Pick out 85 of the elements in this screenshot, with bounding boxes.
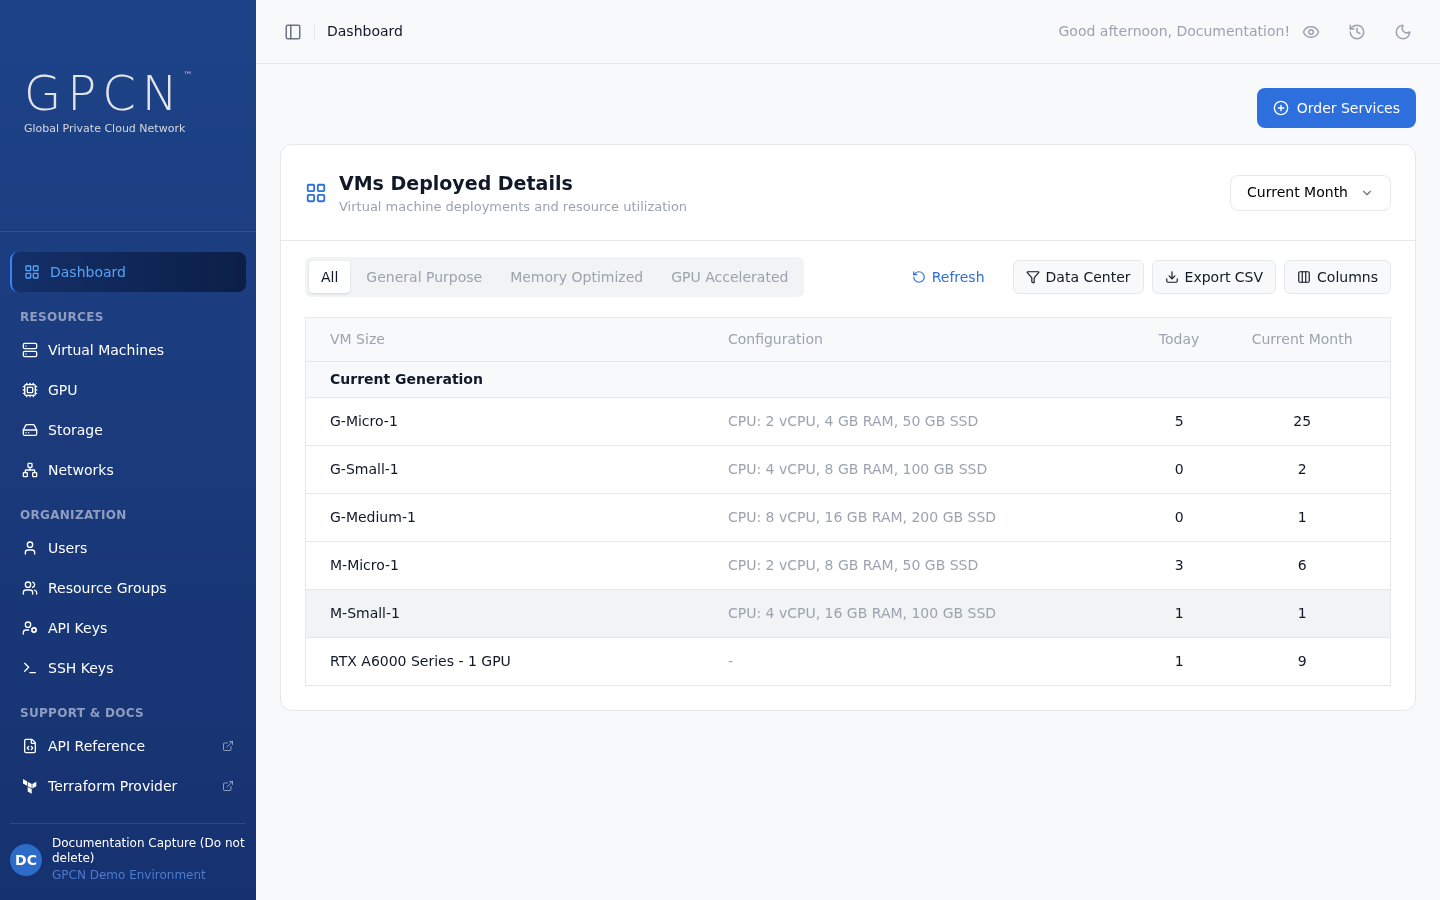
logo-tagline: Global Private Cloud Network bbox=[24, 121, 186, 138]
tab[interactable]: All bbox=[309, 261, 351, 293]
table-cell: - bbox=[703, 637, 1144, 686]
server-icon bbox=[22, 342, 38, 358]
group-heading: Current Generation bbox=[305, 361, 1391, 398]
history-icon[interactable] bbox=[1348, 22, 1366, 41]
refresh-icon bbox=[911, 270, 926, 284]
table-cell: 6 bbox=[1214, 541, 1391, 590]
column-header: VM Size bbox=[305, 317, 704, 362]
sidebar-toggle-icon[interactable] bbox=[284, 22, 302, 41]
table-cell: G-Small-1 bbox=[305, 445, 704, 494]
table-cell: CPU: 2 vCPU, 4 GB RAM, 50 GB SSD bbox=[703, 397, 1144, 446]
account-name: Documentation Capture (Do not delete) bbox=[52, 836, 246, 866]
sidebar-item[interactable]: Users bbox=[10, 528, 246, 568]
sidebar-item[interactable]: Networks bbox=[10, 450, 246, 490]
table-cell: 1 bbox=[1214, 589, 1391, 638]
table-cell: RTX A6000 Series - 1 GPU bbox=[305, 637, 704, 686]
table-cell: 1 bbox=[1143, 637, 1215, 686]
column-header: Current Month bbox=[1214, 317, 1391, 362]
period-dropdown[interactable]: Current Month bbox=[1230, 174, 1391, 211]
table-row[interactable]: G-Small-1 CPU: 4 vCPU, 8 GB RAM, 100 GB SSD 0 2 bbox=[305, 445, 1391, 494]
table-row[interactable]: M-Micro-1 CPU: 2 vCPU, 8 GB RAM, 50 GB SSD 3 6 bbox=[305, 541, 1391, 590]
toolbar-button[interactable]: Data Center bbox=[1012, 260, 1144, 294]
refresh-link[interactable]: Refresh bbox=[899, 260, 997, 294]
sidebar-item[interactable]: GPU bbox=[10, 370, 246, 410]
file-code-icon bbox=[22, 738, 38, 754]
columns-icon bbox=[1297, 270, 1312, 284]
plus-icon bbox=[1272, 100, 1289, 116]
user-icon bbox=[22, 540, 38, 556]
card-title: VMs Deployed Details bbox=[339, 170, 574, 196]
table-row[interactable]: G-Micro-1 CPU: 2 vCPU, 4 GB RAM, 50 GB SSD 5 25 bbox=[305, 397, 1391, 446]
sidebar-item[interactable]: Virtual Machines bbox=[10, 330, 246, 370]
sidebar-item[interactable]: Dashboard bbox=[10, 252, 246, 292]
section-heading: SUPPORT & DOCS bbox=[19, 705, 145, 722]
card-subtitle: Virtual machine deployments and resource utilization bbox=[339, 198, 689, 216]
table-cell: G-Medium-1 bbox=[305, 493, 704, 542]
table-cell: 3 bbox=[1143, 541, 1215, 590]
table-cell: 1 bbox=[1214, 493, 1391, 542]
grid-icon bbox=[24, 264, 40, 280]
sidebar-item[interactable]: Storage bbox=[10, 410, 246, 450]
section-heading: ORGANIZATION bbox=[19, 507, 128, 524]
table-cell: CPU: 2 vCPU, 8 GB RAM, 50 GB SSD bbox=[703, 541, 1144, 590]
users-icon bbox=[22, 580, 38, 596]
logo-wordmark: GPCN bbox=[24, 69, 184, 118]
column-header: Today bbox=[1143, 317, 1215, 362]
table-cell: 0 bbox=[1143, 445, 1215, 494]
sidebar-item[interactable]: API Reference bbox=[10, 726, 246, 766]
moon-icon[interactable] bbox=[1394, 22, 1412, 41]
terraform-icon bbox=[22, 778, 38, 794]
user-key-icon bbox=[22, 620, 38, 636]
download-icon bbox=[1164, 270, 1179, 284]
table-cell: 5 bbox=[1143, 397, 1215, 446]
table-cell: CPU: 4 vCPU, 16 GB RAM, 100 GB SSD bbox=[703, 589, 1144, 638]
sidebar-item[interactable]: SSH Keys bbox=[10, 648, 246, 688]
greeting: Good afternoon, Documentation! bbox=[1058, 22, 1290, 41]
avatar: DC bbox=[10, 844, 42, 876]
sidebar-item[interactable]: Terraform Provider bbox=[10, 766, 246, 806]
toolbar-button[interactable]: Export CSV bbox=[1151, 260, 1277, 294]
network-icon bbox=[22, 462, 38, 478]
toolbar-button[interactable]: Columns bbox=[1284, 260, 1391, 294]
trademark-sign: ™ bbox=[183, 69, 193, 83]
sidebar-item[interactable]: API Keys bbox=[10, 608, 246, 648]
table-cell: G-Micro-1 bbox=[305, 397, 704, 446]
grid-icon bbox=[305, 181, 327, 204]
table-cell: 2 bbox=[1214, 445, 1391, 494]
order-services-button[interactable]: Order Services bbox=[1256, 88, 1416, 128]
drive-icon bbox=[22, 422, 38, 438]
table-cell: M-Small-1 bbox=[305, 589, 704, 638]
table-cell: CPU: 8 vCPU, 16 GB RAM, 200 GB SSD bbox=[703, 493, 1144, 542]
table-cell: 25 bbox=[1214, 397, 1391, 446]
chip-icon bbox=[22, 382, 38, 398]
table-row[interactable]: RTX A6000 Series - 1 GPU - 1 9 bbox=[305, 637, 1391, 686]
section-heading: RESOURCES bbox=[19, 309, 105, 326]
table-cell: 0 bbox=[1143, 493, 1215, 542]
filter-icon bbox=[1025, 270, 1040, 284]
terminal-icon bbox=[22, 660, 38, 676]
table-cell: M-Micro-1 bbox=[305, 541, 704, 590]
sidebar-item[interactable]: Resource Groups bbox=[10, 568, 246, 608]
breadcrumb: Dashboard bbox=[327, 22, 403, 41]
table-cell: 9 bbox=[1214, 637, 1391, 686]
account-environment: GPCN Demo Environment bbox=[52, 867, 207, 884]
column-header: Configuration bbox=[703, 317, 1144, 362]
table-row[interactable]: G-Medium-1 CPU: 8 vCPU, 16 GB RAM, 200 GB SSD 0 1 bbox=[305, 493, 1391, 542]
table-cell: CPU: 4 vCPU, 8 GB RAM, 100 GB SSD bbox=[703, 445, 1144, 494]
table-cell: 1 bbox=[1143, 589, 1215, 638]
